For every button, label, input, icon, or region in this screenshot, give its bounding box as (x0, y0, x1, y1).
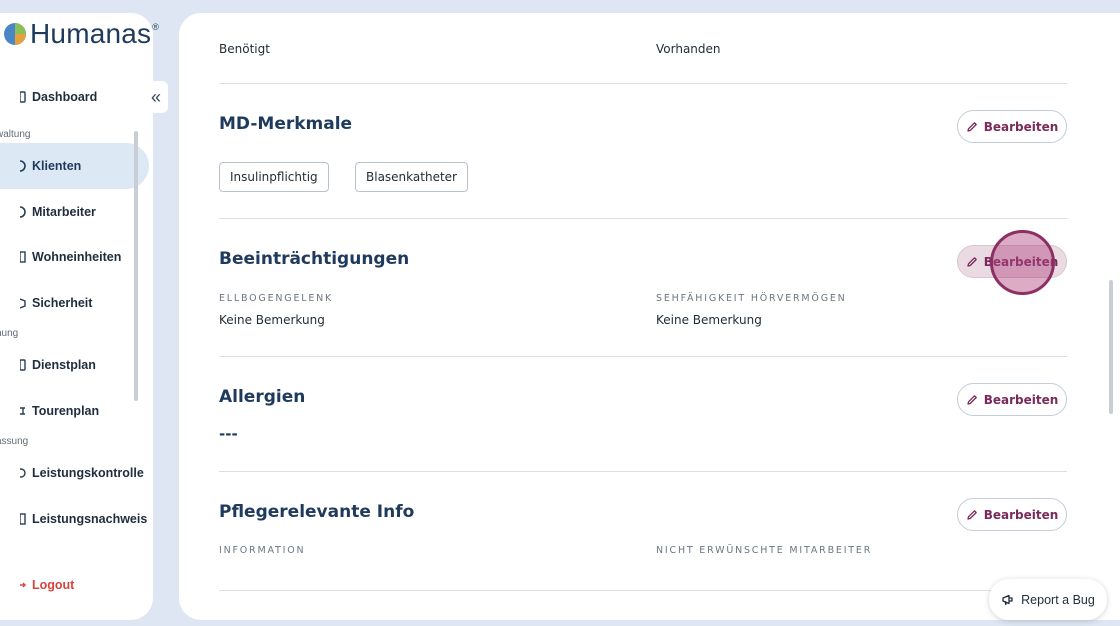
control-icon (14, 466, 26, 480)
chevron-double-left-icon: « (150, 86, 161, 107)
report-bug-button[interactable]: Report a Bug (989, 579, 1107, 620)
tag-insulinpflichtig: Insulinpflichtig (219, 162, 329, 192)
logo-text: Humanas (30, 18, 152, 49)
pencil-icon (966, 256, 978, 268)
staff-icon (14, 205, 26, 219)
schedule-icon (14, 358, 26, 372)
sidebar-item-leistungsnachweis[interactable]: Leistungsnachweis (0, 496, 147, 542)
edit-button-label: Bearbeiten (983, 507, 1059, 522)
sidebar-item-label: Mitarbeiter (32, 205, 96, 219)
field-label-information: INFORMATION (219, 545, 306, 556)
sidebar-section-planung: nung (0, 328, 19, 339)
tag-blasenkatheter: Blasenkatheter (355, 162, 468, 192)
click-indicator (990, 230, 1055, 295)
housing-icon (14, 250, 26, 264)
pencil-icon (966, 394, 978, 406)
sidebar-item-sicherheit[interactable]: Sicherheit (0, 280, 92, 326)
sidebar-item-tourenplan[interactable]: Tourenplan (0, 388, 99, 434)
collapse-sidebar-button[interactable]: « (144, 81, 168, 113)
field-value-sehfaehigkeit: Keine Bemerkung (656, 313, 762, 327)
sidebar-item-label: Dashboard (32, 90, 98, 104)
edit-button-label: Bearbeiten (983, 119, 1059, 134)
sidebar-section-verwaltung: waltung (0, 129, 31, 140)
divider (219, 590, 1067, 591)
requirement-available-label: Vorhanden (656, 42, 721, 56)
logo-icon (4, 23, 26, 45)
clients-icon (14, 159, 26, 173)
sidebar-item-label: Sicherheit (32, 296, 93, 310)
logo: Humanas ® (4, 18, 159, 50)
main-scrollbar[interactable] (1109, 280, 1113, 414)
route-icon (14, 404, 26, 418)
sidebar-item-dienstplan[interactable]: Dienstplan (0, 342, 96, 388)
divider (219, 471, 1067, 472)
megaphone-icon (1001, 593, 1015, 607)
dashboard-icon (14, 90, 26, 104)
sidebar-item-leistungskontrolle[interactable]: Leistungskontrolle (0, 450, 144, 496)
field-label-ellbogengelenk: ELLBOGENGELENK (219, 293, 334, 304)
section-title-allergien: Allergien (219, 387, 306, 407)
sidebar-item-klienten[interactable]: Klienten (0, 143, 149, 189)
sidebar-item-label: Dienstplan (32, 358, 96, 372)
field-value-ellbogengelenk: Keine Bemerkung (219, 313, 325, 327)
security-icon (14, 296, 26, 310)
divider (219, 218, 1067, 219)
report-bug-label: Report a Bug (1021, 592, 1095, 607)
sidebar-item-wohneinheiten[interactable]: Wohneinheiten (0, 234, 121, 280)
logout-button[interactable]: Logout (0, 578, 74, 592)
sidebar-item-label: Wohneinheiten (32, 250, 122, 264)
section-title-beeintraechtigungen: Beeinträchtigungen (219, 249, 410, 269)
logo-registered-mark: ® (152, 22, 159, 32)
pencil-icon (966, 121, 978, 133)
field-label-nicht-erwuenschte-mitarbeiter: NICHT ERWÜNSCHTE MITARBEITER (656, 545, 873, 556)
allergien-value: --- (219, 425, 238, 443)
sidebar-item-label: Leistungsnachweis (32, 512, 148, 526)
edit-button-label: Bearbeiten (983, 392, 1059, 407)
field-label-sehfaehigkeit: SEHFÄHIGKEIT HÖRVERMÖGEN (656, 293, 847, 304)
sidebar-section-erfassung: assung (0, 436, 29, 447)
sidebar-scrollbar[interactable] (134, 131, 138, 401)
sidebar-item-dashboard[interactable]: Dashboard (0, 74, 97, 120)
pencil-icon (966, 509, 978, 521)
edit-pflegerelevante-info-button[interactable]: Bearbeiten (957, 498, 1067, 531)
divider (219, 83, 1067, 84)
sidebar-item-mitarbeiter[interactable]: Mitarbeiter (0, 189, 96, 235)
sidebar-item-label: Tourenplan (32, 404, 100, 418)
logout-label: Logout (32, 578, 75, 592)
sidebar-item-label: Leistungskontrolle (32, 466, 144, 480)
divider (219, 356, 1067, 357)
sidebar-item-label: Klienten (32, 159, 82, 173)
edit-allergien-button[interactable]: Bearbeiten (957, 383, 1067, 416)
proof-icon (14, 512, 26, 526)
section-title-pflegerelevante-info: Pflegerelevante Info (219, 502, 415, 522)
logout-icon (14, 580, 26, 590)
edit-md-merkmale-button[interactable]: Bearbeiten (957, 110, 1067, 143)
requirement-needed-label: Benötigt (219, 42, 270, 56)
section-title-md-merkmale: MD-Merkmale (219, 114, 353, 134)
